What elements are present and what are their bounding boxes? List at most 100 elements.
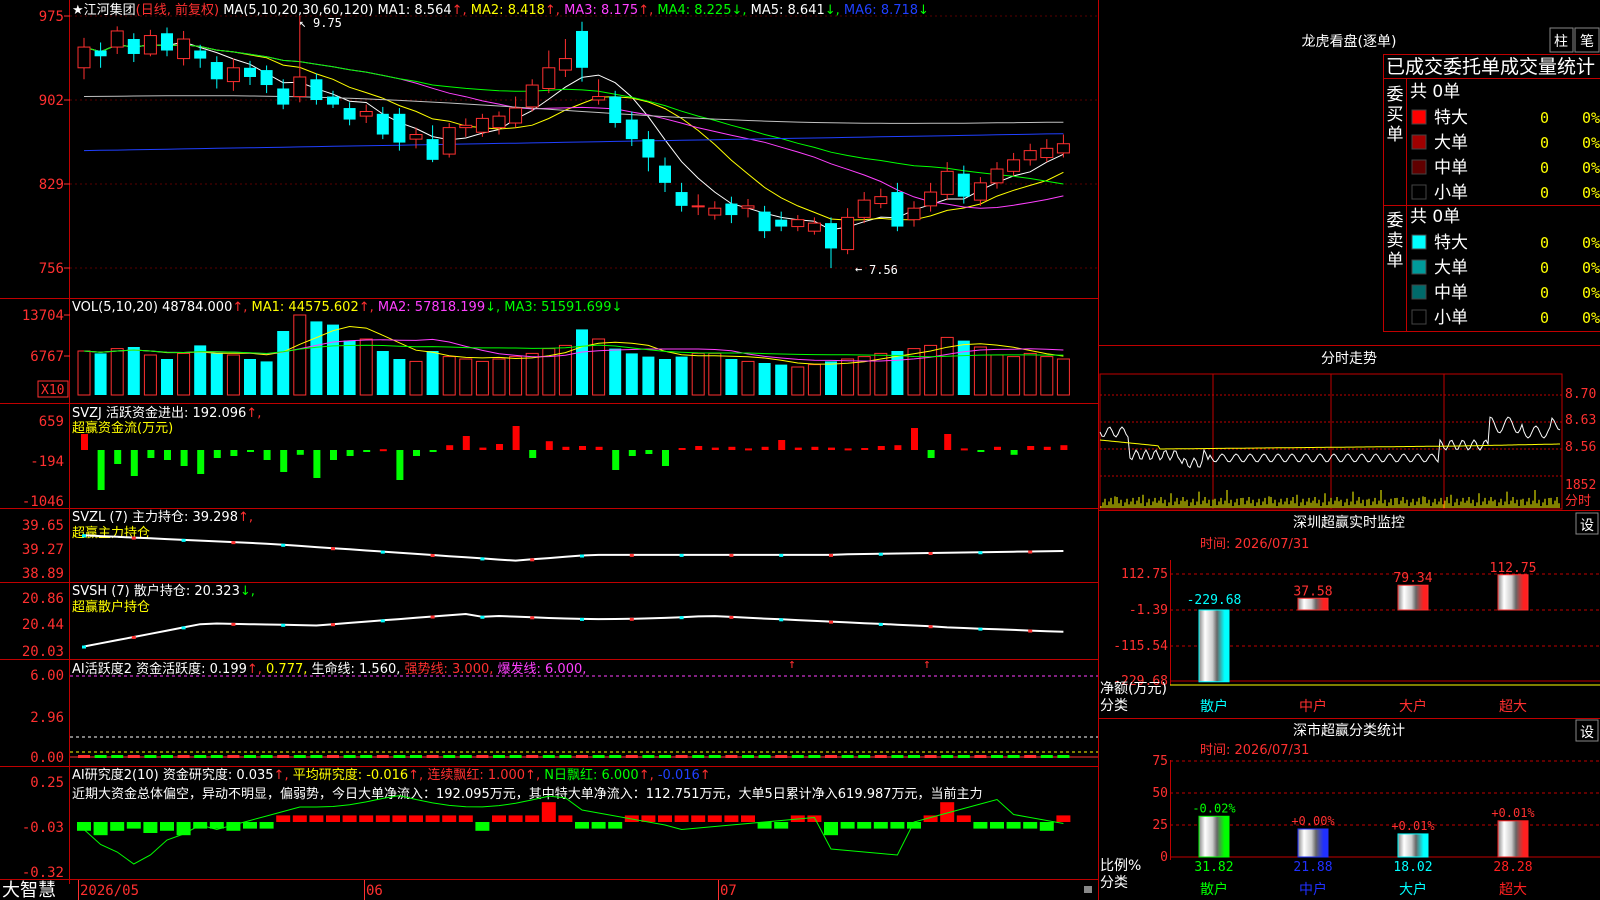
legend-part: ↑,	[452, 3, 471, 18]
order-row-count: 0	[1540, 159, 1549, 177]
study-bar	[508, 815, 523, 822]
study-bar	[691, 815, 706, 822]
fund-flow-bar	[396, 450, 404, 480]
volume-bar	[1056, 358, 1070, 396]
legend-part: AI研究度2(10) 资金研究度: 0.035	[72, 767, 274, 783]
fund-flow-bar	[960, 448, 968, 451]
study-bar	[541, 802, 556, 822]
monitor-tick: -115.54	[1113, 639, 1168, 654]
order-row-count: 0	[1540, 284, 1549, 302]
fund-flow-bar	[247, 450, 254, 452]
study-bar	[575, 822, 589, 829]
legend-part: ↓	[918, 3, 929, 18]
buy-side-label: 委买单	[1387, 85, 1404, 145]
volume-legend: VOL(5,10,20) 48784.000↑, MA1: 44575.602↑…	[72, 300, 622, 315]
holding-marker	[131, 635, 136, 639]
high-annotation: ↖	[299, 16, 306, 30]
fund-flow-bars	[81, 426, 1068, 490]
fund-flow-bar	[811, 446, 819, 450]
class-ylabel: 比例%	[1100, 858, 1141, 874]
study-bar	[475, 822, 490, 831]
fund-flow-bar	[894, 445, 902, 450]
activity-bar	[592, 755, 605, 758]
legend-part: MA6: 8.718	[844, 3, 918, 18]
activity-bar	[293, 755, 306, 758]
volume-bar	[725, 359, 738, 395]
holding-marker	[82, 645, 86, 649]
holding-marker	[729, 553, 734, 557]
legend-part: ↑,	[638, 3, 657, 18]
activity-signal-arrow: ↑	[788, 657, 796, 672]
class-tick: 25	[1152, 818, 1168, 833]
fund-flow-bar	[728, 446, 736, 450]
ai-study-plot	[77, 795, 1071, 865]
retail-tick: 20.03	[22, 644, 64, 660]
candle-body	[642, 139, 655, 158]
study-bar	[425, 815, 440, 822]
candle-body	[110, 30, 124, 48]
volume-bar	[343, 340, 356, 395]
intraday-vol-tick: 1852	[1565, 478, 1596, 493]
candle-body	[376, 113, 389, 135]
flow-tick: 659	[39, 414, 64, 430]
holding-marker	[829, 553, 833, 557]
class-bar	[1297, 828, 1329, 858]
study-bar	[890, 822, 905, 829]
activity-bar	[559, 755, 572, 758]
volume-bar	[775, 364, 788, 395]
side-char: 委	[1387, 211, 1404, 231]
study-bar	[392, 815, 407, 822]
activity-bar	[625, 755, 638, 758]
intraday-tick: 8.63	[1565, 413, 1596, 428]
volume-bar	[359, 338, 373, 396]
lock-icon[interactable]	[1084, 886, 1092, 893]
activity-bar	[1007, 755, 1020, 758]
x-label: 07	[720, 883, 737, 899]
sz-class-chart: 75 50 25 0 比例%分类 -0.02% 31.82 散户 +0.00% 21.88 中户 +0…	[1100, 754, 1600, 898]
order-row-count: 0	[1540, 309, 1549, 327]
holding-marker	[331, 547, 335, 551]
order-color-swatch	[1411, 234, 1427, 250]
legend-part: SVZL (7) 主力持仓: 39.298	[72, 510, 238, 525]
holding-marker	[779, 553, 784, 557]
activity-bar	[692, 755, 705, 758]
order-color-swatch	[1411, 259, 1427, 275]
ai-study-legend: AI研究度2(10) 资金研究度: 0.035↑, 平均研究度: -0.016↑…	[72, 767, 711, 783]
volume-bar	[442, 356, 456, 396]
legend-part: ↑,	[238, 510, 253, 525]
ai-study-comment: 近期大资金总体偏空，异动不明显，偏弱势，今日大单净流入：192.095万元，其中…	[72, 786, 983, 802]
study-bar	[741, 815, 755, 822]
fund-flow-bar	[130, 450, 138, 476]
price-tick: 829	[39, 177, 64, 193]
volume-bar	[77, 350, 91, 396]
holding-marker	[430, 554, 435, 558]
activity-bar	[1040, 755, 1053, 758]
fund-flow-bar	[479, 447, 487, 450]
volume-bar	[924, 344, 938, 396]
holding-marker	[978, 551, 983, 555]
legend-part: 爆发线: 6.000,	[498, 661, 587, 677]
holding-marker	[978, 627, 983, 631]
activity-bar	[360, 755, 373, 758]
monitor-bar	[1397, 584, 1429, 611]
activity-bar	[991, 755, 1003, 758]
legend-part: N日飘红: 6.000	[544, 767, 638, 783]
candle-body	[359, 111, 373, 117]
study-bar	[209, 822, 224, 829]
activity-bar	[825, 755, 837, 758]
candle-body	[492, 115, 506, 129]
order-color-swatch	[1411, 184, 1427, 200]
legend-part: MA5: 8.641	[751, 3, 825, 18]
volume-bar	[127, 347, 140, 395]
order-color-swatch	[1411, 159, 1427, 175]
activity-signal-arrow: ↑	[923, 657, 931, 672]
holding-marker	[331, 623, 335, 627]
volume-bar	[807, 364, 821, 396]
activity-bar	[841, 755, 854, 758]
study-bar	[724, 815, 739, 822]
study-bar	[608, 822, 623, 829]
candle-body	[1056, 143, 1070, 154]
candle-body	[393, 113, 406, 143]
activity-bar	[808, 755, 821, 758]
legend-part: 连续飘红: 1.000	[427, 767, 525, 783]
